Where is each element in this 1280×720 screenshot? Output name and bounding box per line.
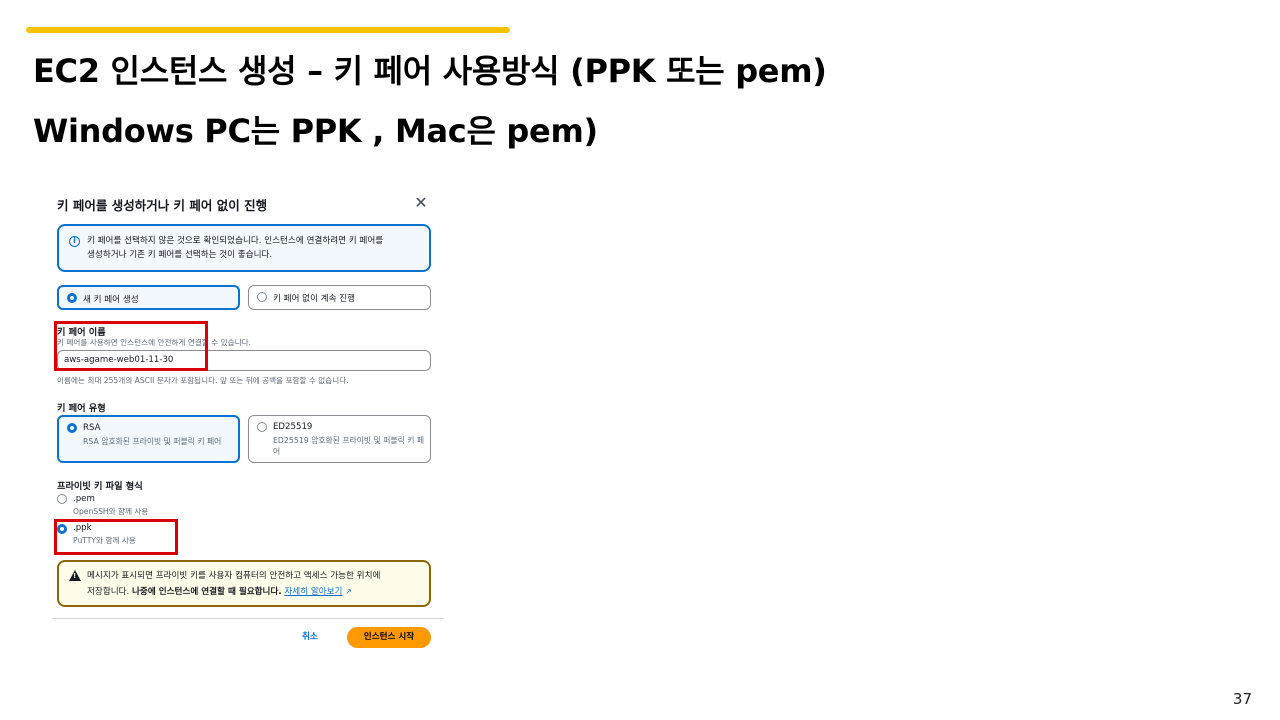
info-text: 키 페어를 선택하지 않은 것으로 확인되었습니다. 인스턴스에 연결하려면 키… (87, 234, 427, 262)
tile-rsa[interactable]: RSA RSA 암호화된 프라이빗 및 퍼블릭 키 페어 (57, 415, 240, 463)
radio-pem[interactable] (57, 494, 67, 504)
highlight-ppk-option (54, 519, 178, 555)
tile-continue-without-key[interactable]: 키 페어 없이 계속 진행 (248, 285, 431, 310)
tile-label: ED25519 (273, 422, 313, 432)
tile-ed25519[interactable]: ED25519 ED25519 암호화된 프라이빗 및 퍼블릭 키 페어 (248, 415, 431, 463)
footer-divider (52, 618, 444, 619)
cancel-button[interactable]: 취소 (302, 630, 318, 642)
tile-label: 새 키 페어 생성 (83, 295, 139, 305)
launch-instance-button[interactable]: 인스턴스 시작 (347, 627, 431, 648)
tile-description: ED25519 암호화된 프라이빗 및 퍼블릭 키 페어 (273, 436, 425, 456)
warning-icon (69, 570, 81, 581)
radio-continue-without-key[interactable] (257, 292, 267, 302)
warning-alert: 메시지가 표시되면 프라이빗 키를 사용자 컴퓨터의 안전하고 액세스 가능한 … (57, 560, 431, 607)
slide-subtitle: Windows PC는 PPK , Mac은 pem) (33, 112, 598, 150)
radio-ed25519[interactable] (257, 422, 267, 432)
warning-line-2b: 나중에 인스턴스에 연결할 때 필요합니다. (132, 587, 282, 597)
close-icon[interactable]: ✕ (412, 194, 430, 212)
tile-create-key-pair[interactable]: 새 키 페어 생성 (57, 285, 240, 310)
info-line-2: 생성하거나 기존 키 페어를 선택하는 것이 좋습니다. (87, 250, 273, 260)
accent-bar (26, 27, 510, 33)
option-pem-description: OpenSSH와 함께 사용 (73, 507, 149, 516)
key-name-constraint: 이름에는 최대 255개의 ASCII 문자가 포함됩니다. 앞 또는 뒤에 공… (57, 376, 349, 385)
external-link-icon[interactable]: ↗ (345, 587, 352, 596)
warning-line-1: 메시지가 표시되면 프라이빗 키를 사용자 컴퓨터의 안전하고 액세스 가능한 … (87, 571, 381, 581)
highlight-key-name (54, 321, 208, 371)
info-alert: i 키 페어를 선택하지 않은 것으로 확인되었습니다. 인스턴스에 연결하려면… (57, 224, 431, 272)
file-format-label: 프라이빗 키 파일 형식 (57, 481, 143, 492)
info-line-1: 키 페어를 선택하지 않은 것으로 확인되었습니다. 인스턴스에 연결하려면 키… (87, 236, 384, 246)
key-pair-modal: 키 페어를 생성하거나 키 페어 없이 진행 ✕ i 키 페어를 선택하지 않은… (46, 186, 444, 656)
tile-label: 키 페어 없이 계속 진행 (273, 294, 356, 304)
modal-title: 키 페어를 생성하거나 키 페어 없이 진행 (57, 198, 268, 213)
tile-label: RSA (83, 423, 101, 433)
warning-text: 메시지가 표시되면 프라이빗 키를 사용자 컴퓨터의 안전하고 액세스 가능한 … (87, 569, 427, 600)
option-pem-label[interactable]: .pem (73, 494, 95, 504)
radio-rsa[interactable] (67, 423, 77, 433)
warning-line-2: 저장합니다. 나중에 인스턴스에 연결할 때 필요합니다. 자세히 알아보기 ↗ (87, 584, 427, 600)
radio-create-key-pair[interactable] (67, 293, 77, 303)
slide-title: EC2 인스턴스 생성 – 키 페어 사용방식 (PPK 또는 pem) (33, 52, 827, 90)
warning-line-2a: 저장합니다. (87, 587, 130, 597)
page-number: 37 (1232, 690, 1252, 708)
tile-description: RSA 암호화된 프라이빗 및 퍼블릭 키 페어 (83, 437, 222, 446)
key-type-label: 키 페어 유형 (57, 403, 106, 414)
info-icon: i (69, 236, 80, 247)
learn-more-link[interactable]: 자세히 알아보기 (284, 587, 342, 597)
